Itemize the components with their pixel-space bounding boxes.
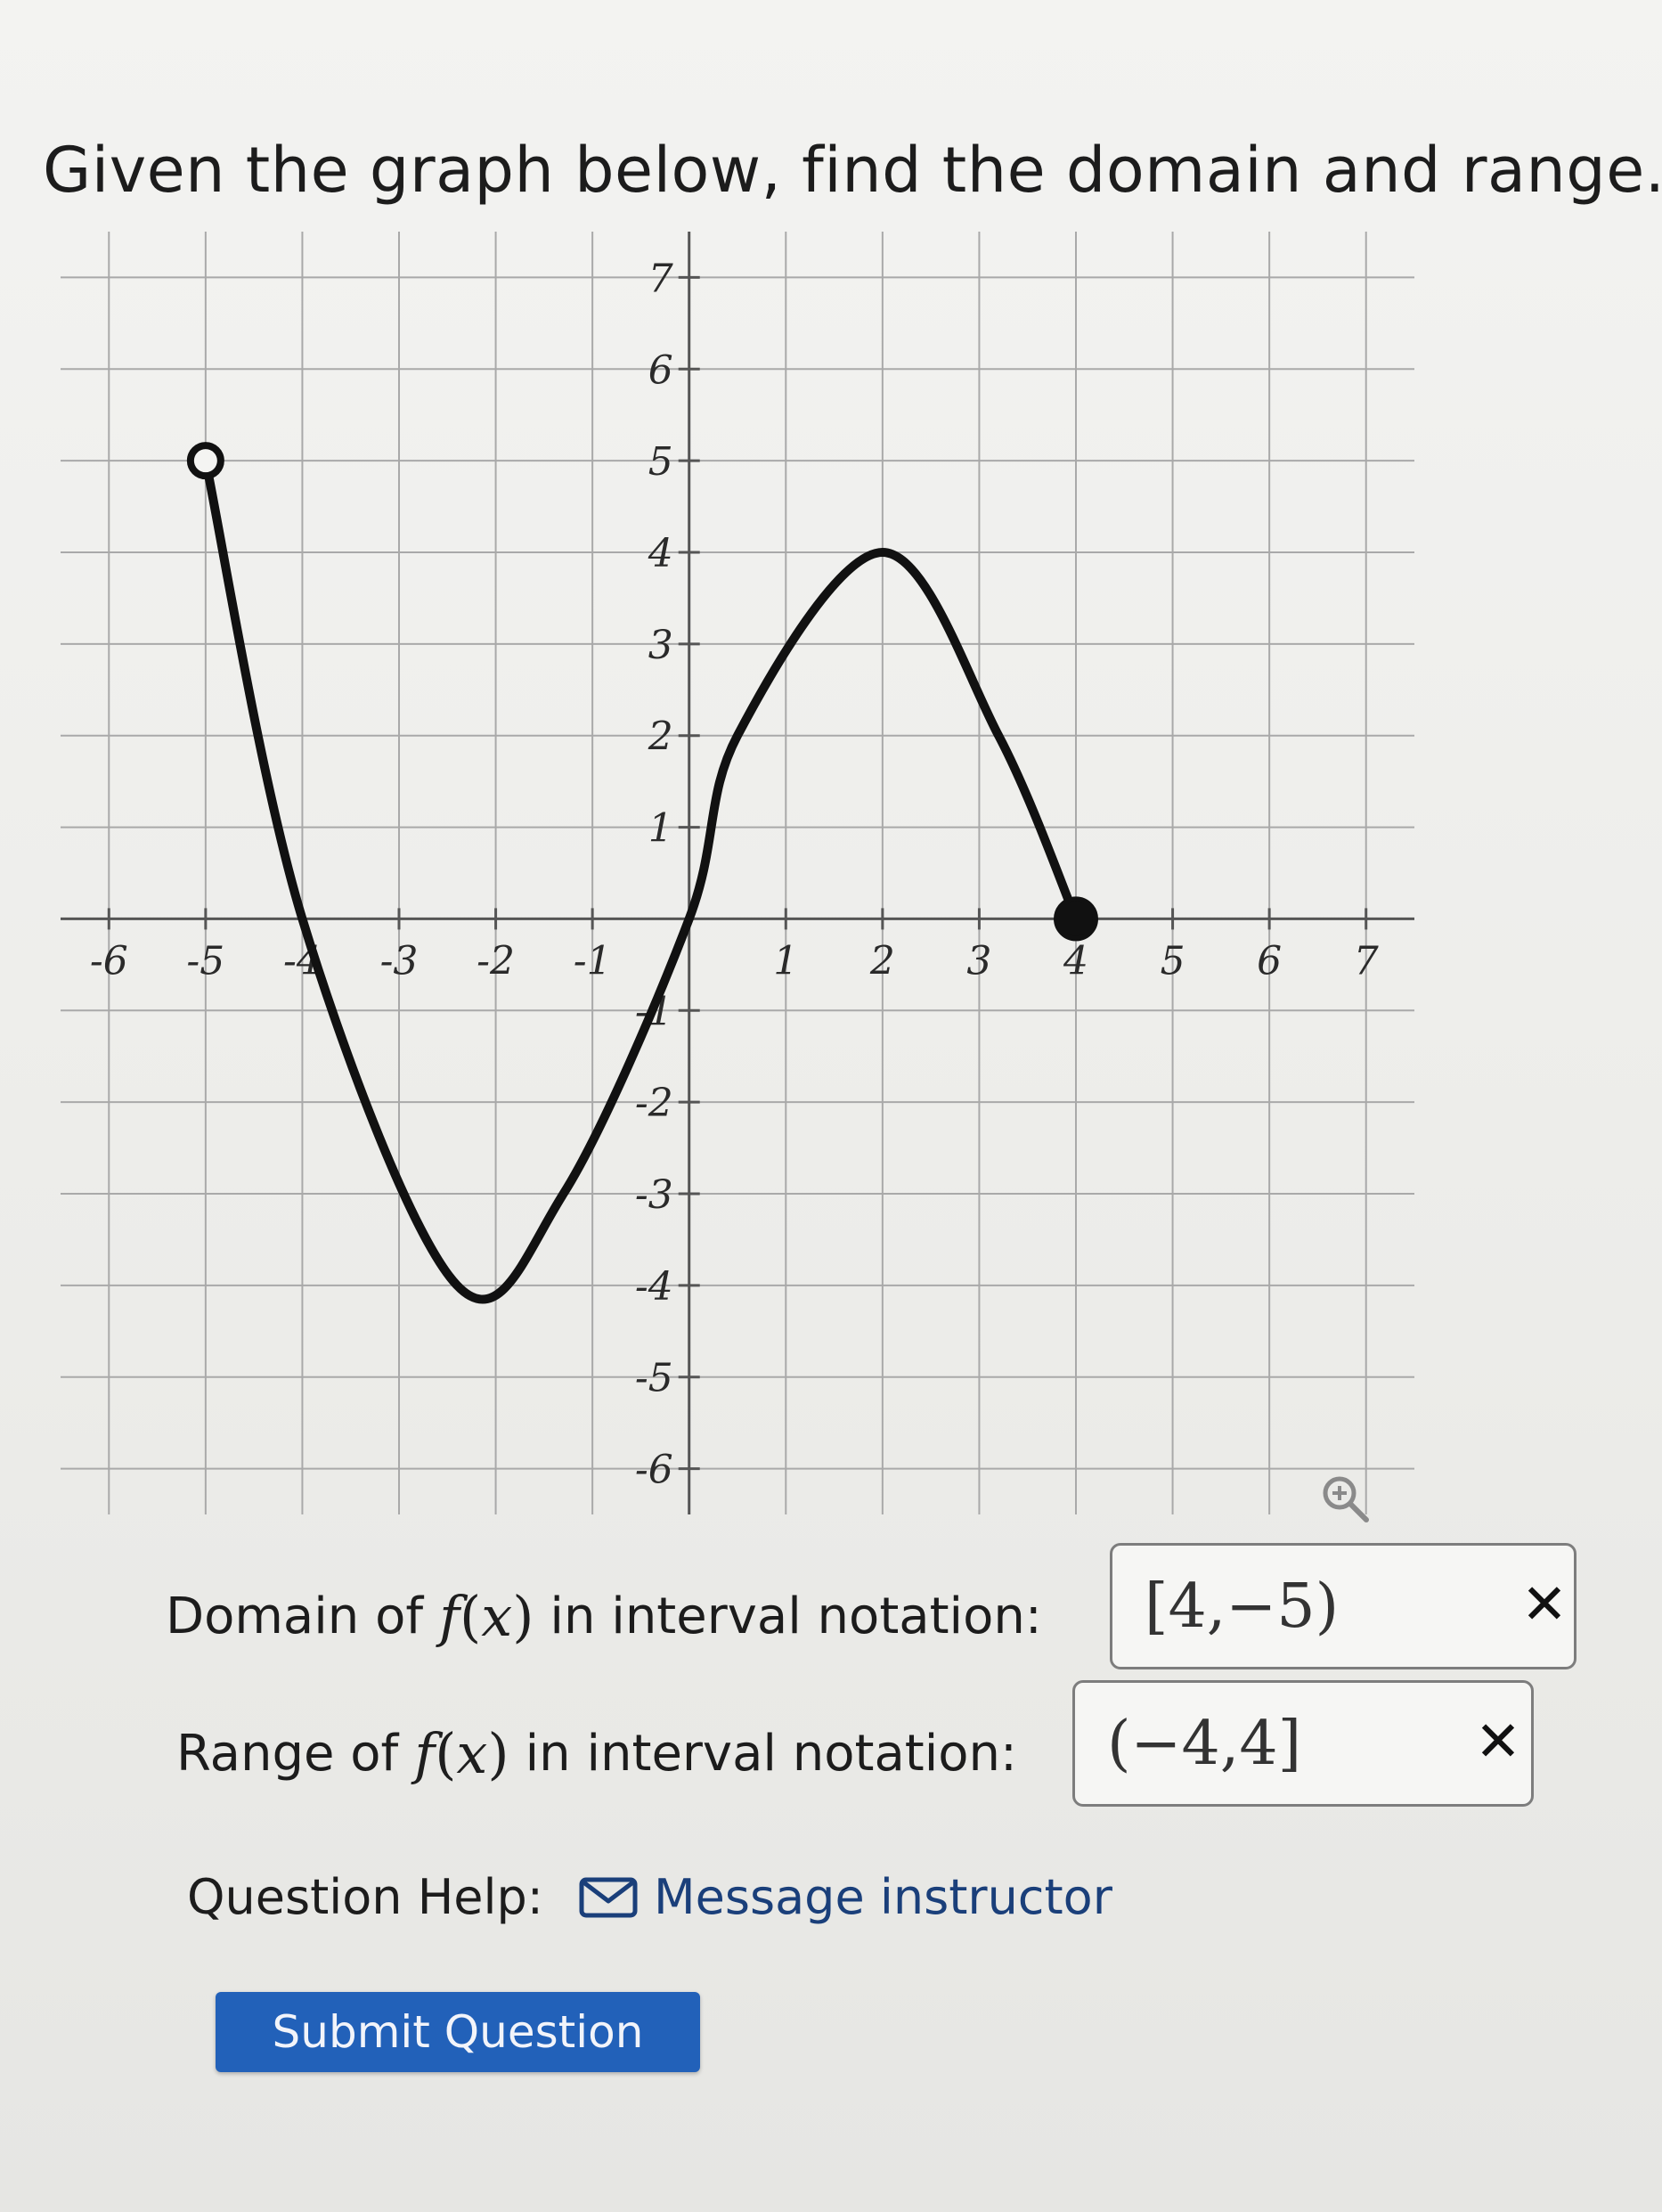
domain-label-prefix: Domain of [166, 1588, 424, 1645]
y-tick-label: 5 [648, 439, 673, 485]
domain-func: f [439, 1584, 460, 1649]
y-tick-label: -3 [635, 1172, 673, 1218]
question-text: Given the graph below, find the domain a… [43, 134, 1662, 207]
domain-incorrect-icon: ✕ [1521, 1571, 1568, 1637]
domain-answer-field[interactable]: [4,−5) [1110, 1543, 1576, 1669]
range-row: Range of f ( x ) in interval notation: [176, 1721, 1017, 1786]
y-tick-label: 2 [648, 714, 673, 760]
range-label-suffix: in interval notation: [525, 1725, 1017, 1783]
magnify-icon[interactable] [1316, 1470, 1373, 1527]
x-tick-label: -5 [186, 938, 224, 984]
y-tick-label: 7 [648, 256, 673, 301]
x-tick-label: 1 [773, 938, 798, 984]
y-tick-label: 3 [648, 623, 673, 668]
y-tick-label: -5 [635, 1356, 673, 1401]
x-tick-label: 4 [1063, 938, 1088, 984]
y-tick-label: 4 [648, 531, 673, 576]
function-graph[interactable]: -6 -5 -4 -3 -2 -1 1 2 3 4 5 6 7-6-5-4-3-2-11234567 [43, 214, 1432, 1532]
message-instructor-link[interactable]: Message instructor [579, 1869, 1112, 1925]
x-tick-label: 2 [869, 938, 895, 984]
x-tick-label: -3 [380, 938, 419, 984]
curve-layer [186, 442, 1098, 1304]
range-incorrect-icon: ✕ [1475, 1709, 1521, 1774]
y-tick-label: -4 [635, 1264, 673, 1310]
question-help-label: Question Help: [187, 1869, 543, 1925]
axes [61, 232, 1414, 1514]
y-tick-label: -6 [635, 1448, 673, 1493]
mail-icon [579, 1877, 638, 1917]
page: Given the graph below, find the domain a… [0, 0, 1662, 2212]
x-tick-label: -6 [90, 938, 128, 984]
x-tick-label: 6 [1257, 938, 1282, 984]
range-var: x [456, 1721, 488, 1786]
range-answer-field[interactable]: (−4,4] [1072, 1680, 1534, 1807]
tick-labels: -6 -5 -4 -3 -2 -1 1 2 3 4 5 6 7-6-5-4-3-2-11234567 [90, 256, 1379, 1492]
closed-endpoint [1054, 896, 1098, 942]
domain-row: Domain of f ( x ) in interval notation: [166, 1584, 1042, 1649]
x-tick-label: 5 [1161, 938, 1185, 984]
domain-var: x [481, 1584, 513, 1649]
y-tick-label: 6 [648, 347, 673, 393]
x-tick-label: 7 [1354, 938, 1379, 984]
x-tick-label: -2 [477, 938, 515, 984]
y-tick-label: -2 [635, 1081, 673, 1126]
domain-paren-close: ) [512, 1584, 534, 1649]
range-label-prefix: Range of [176, 1725, 399, 1783]
open-endpoint [186, 442, 224, 480]
message-instructor-text: Message instructor [654, 1869, 1112, 1925]
range-paren-close: ) [487, 1721, 509, 1786]
range-func: f [414, 1721, 436, 1786]
x-tick-label: 3 [966, 938, 991, 984]
submit-question-button[interactable]: Submit Question [216, 1992, 700, 2072]
domain-paren-open: ( [460, 1584, 482, 1649]
domain-label-suffix: in interval notation: [550, 1588, 1042, 1645]
question-help: Question Help: Message instructor [187, 1869, 1112, 1925]
range-paren-open: ( [435, 1721, 457, 1786]
x-tick-label: -1 [574, 938, 612, 984]
grid [61, 232, 1414, 1514]
y-tick-label: 1 [648, 806, 673, 852]
